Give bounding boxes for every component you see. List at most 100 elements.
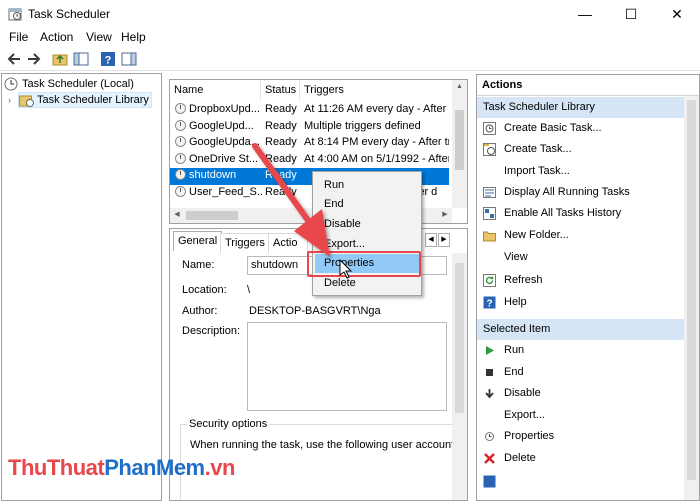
properties-icon — [485, 432, 494, 441]
action-delete[interactable]: Delete — [477, 448, 699, 469]
action-create-basic-task[interactable]: Create Basic Task... — [477, 118, 699, 139]
actions-vscrollbar[interactable] — [684, 96, 699, 500]
task-list-vscrollbar[interactable]: ▲ — [452, 80, 467, 208]
action-label: Create Task... — [504, 143, 572, 155]
task-trigger: At 4:00 AM on 5/1/1992 - After — [304, 152, 449, 165]
action-view[interactable]: View ▶ — [477, 247, 699, 268]
action-properties[interactable]: Properties — [477, 426, 699, 447]
svg-text:?: ? — [486, 299, 492, 310]
expand-chevron-icon[interactable]: › — [8, 95, 18, 105]
name-label: Name: — [182, 259, 215, 271]
tab-general[interactable]: General — [173, 231, 223, 251]
new-folder-icon — [483, 231, 496, 242]
action-import-task[interactable]: Import Task... — [477, 161, 699, 182]
tab-actions[interactable]: Actio — [268, 233, 308, 253]
tree-item-library[interactable]: › Task Scheduler Library — [8, 92, 152, 108]
scroll-up-icon[interactable]: ▲ — [452, 80, 467, 94]
tab-scroll-left-icon[interactable]: ◀ — [425, 233, 437, 247]
show-hide-console-tree-icon[interactable] — [73, 51, 89, 67]
tab-scroll-right-icon[interactable]: ▶ — [438, 233, 450, 247]
watermark-part2: PhanMem — [104, 455, 205, 480]
column-status[interactable]: Status — [261, 80, 300, 100]
action-label: View — [504, 251, 528, 263]
run-icon — [486, 346, 494, 355]
action-display-running-tasks[interactable]: Display All Running Tasks — [477, 182, 699, 203]
task-icon — [175, 186, 186, 197]
scroll-thumb[interactable] — [455, 110, 464, 170]
task-name: shutdown — [189, 169, 237, 182]
menu-help[interactable]: Help — [121, 30, 146, 44]
table-row[interactable]: GoogleUpd... Ready Multiple triggers def… — [170, 119, 449, 136]
column-name[interactable]: Name — [170, 80, 261, 100]
create-basic-task-icon — [483, 122, 496, 135]
task-status: Ready — [265, 103, 297, 115]
refresh-icon — [483, 274, 496, 287]
show-action-pane-icon[interactable] — [121, 51, 137, 67]
menu-file[interactable]: File — [9, 30, 28, 44]
context-menu-end[interactable]: End — [315, 195, 419, 214]
forward-icon[interactable] — [26, 51, 42, 67]
table-row[interactable]: GoogleUpda... Ready At 8:14 PM every day… — [170, 135, 449, 152]
task-icon — [175, 103, 186, 114]
action-label: Enable All Tasks History — [504, 207, 622, 219]
tree-library-selection: Task Scheduler Library — [18, 92, 152, 108]
task-icon — [175, 169, 186, 181]
close-button[interactable]: ✕ — [654, 0, 700, 28]
task-status: Ready — [265, 119, 297, 132]
description-field[interactable] — [247, 322, 447, 411]
details-scroll-thumb[interactable] — [455, 263, 464, 413]
tree-item-root[interactable]: Task Scheduler (Local) — [4, 76, 134, 92]
action-disable[interactable]: Disable — [477, 383, 699, 404]
help-icon[interactable]: ? — [100, 51, 116, 67]
action-new-folder[interactable]: New Folder... — [477, 225, 699, 246]
table-row[interactable]: DropboxUpd... Ready At 11:26 AM every da… — [170, 102, 449, 119]
task-status: Ready — [265, 136, 297, 149]
context-menu-disable[interactable]: Disable — [315, 215, 419, 234]
action-end[interactable]: End — [477, 362, 699, 383]
action-label: Delete — [504, 452, 536, 464]
action-help[interactable]: ? Help — [477, 292, 699, 313]
tree-root-label: Task Scheduler (Local) — [22, 78, 134, 90]
context-menu-run[interactable]: Run — [315, 176, 419, 195]
hscroll-thumb[interactable] — [186, 211, 238, 220]
scroll-right-icon[interactable]: ▶ — [438, 208, 452, 222]
disable-icon — [485, 389, 494, 399]
action-run[interactable]: Run — [477, 340, 699, 361]
section-task-scheduler-library[interactable]: Task Scheduler Library ▲ — [477, 97, 699, 118]
menu-view[interactable]: View — [86, 30, 112, 44]
task-status: Ready — [265, 152, 297, 165]
details-vscrollbar[interactable] — [452, 253, 467, 500]
action-label: Run — [504, 344, 525, 356]
task-trigger: At 11:26 AM every day - After tri — [304, 103, 449, 115]
folder-clock-icon — [19, 95, 34, 107]
context-menu: Run End Disable Export... Properties Del… — [312, 171, 422, 296]
task-name: GoogleUpd... — [189, 119, 254, 132]
action-create-task[interactable]: Create Task... — [477, 139, 699, 160]
action-export[interactable]: Export... — [477, 405, 699, 426]
menu-action[interactable]: Action — [40, 30, 73, 44]
console-tree: Task Scheduler (Local) › Task Scheduler … — [1, 73, 162, 501]
scroll-left-icon[interactable]: ◀ — [170, 208, 184, 222]
actions-scroll-thumb[interactable] — [687, 100, 696, 480]
action-label: End — [504, 366, 524, 378]
action-help-2[interactable] — [477, 471, 699, 492]
running-tasks-icon — [483, 187, 496, 198]
action-refresh[interactable]: Refresh — [477, 270, 699, 291]
section-selected-item[interactable]: Selected Item ▲ — [477, 319, 699, 340]
stop-icon — [486, 369, 493, 376]
tab-triggers[interactable]: Triggers — [220, 233, 270, 253]
table-row[interactable]: OneDrive St... Ready At 4:00 AM on 5/1/1… — [170, 152, 449, 169]
location-value: \ — [247, 284, 251, 296]
column-triggers[interactable]: Triggers — [300, 80, 450, 100]
action-enable-tasks-history[interactable]: Enable All Tasks History — [477, 203, 699, 224]
back-icon[interactable] — [6, 51, 22, 67]
section-title: Selected Item — [483, 323, 551, 335]
maximize-button[interactable]: ☐ — [608, 0, 654, 28]
task-status: Ready — [265, 169, 297, 182]
action-label: Properties — [504, 430, 555, 442]
clock-icon — [4, 77, 18, 91]
minimize-button[interactable]: — — [562, 0, 608, 28]
security-options-text: When running the task, use the following… — [190, 439, 458, 451]
tree-library-label: Task Scheduler Library — [37, 94, 149, 106]
folder-up-icon[interactable] — [52, 51, 68, 67]
